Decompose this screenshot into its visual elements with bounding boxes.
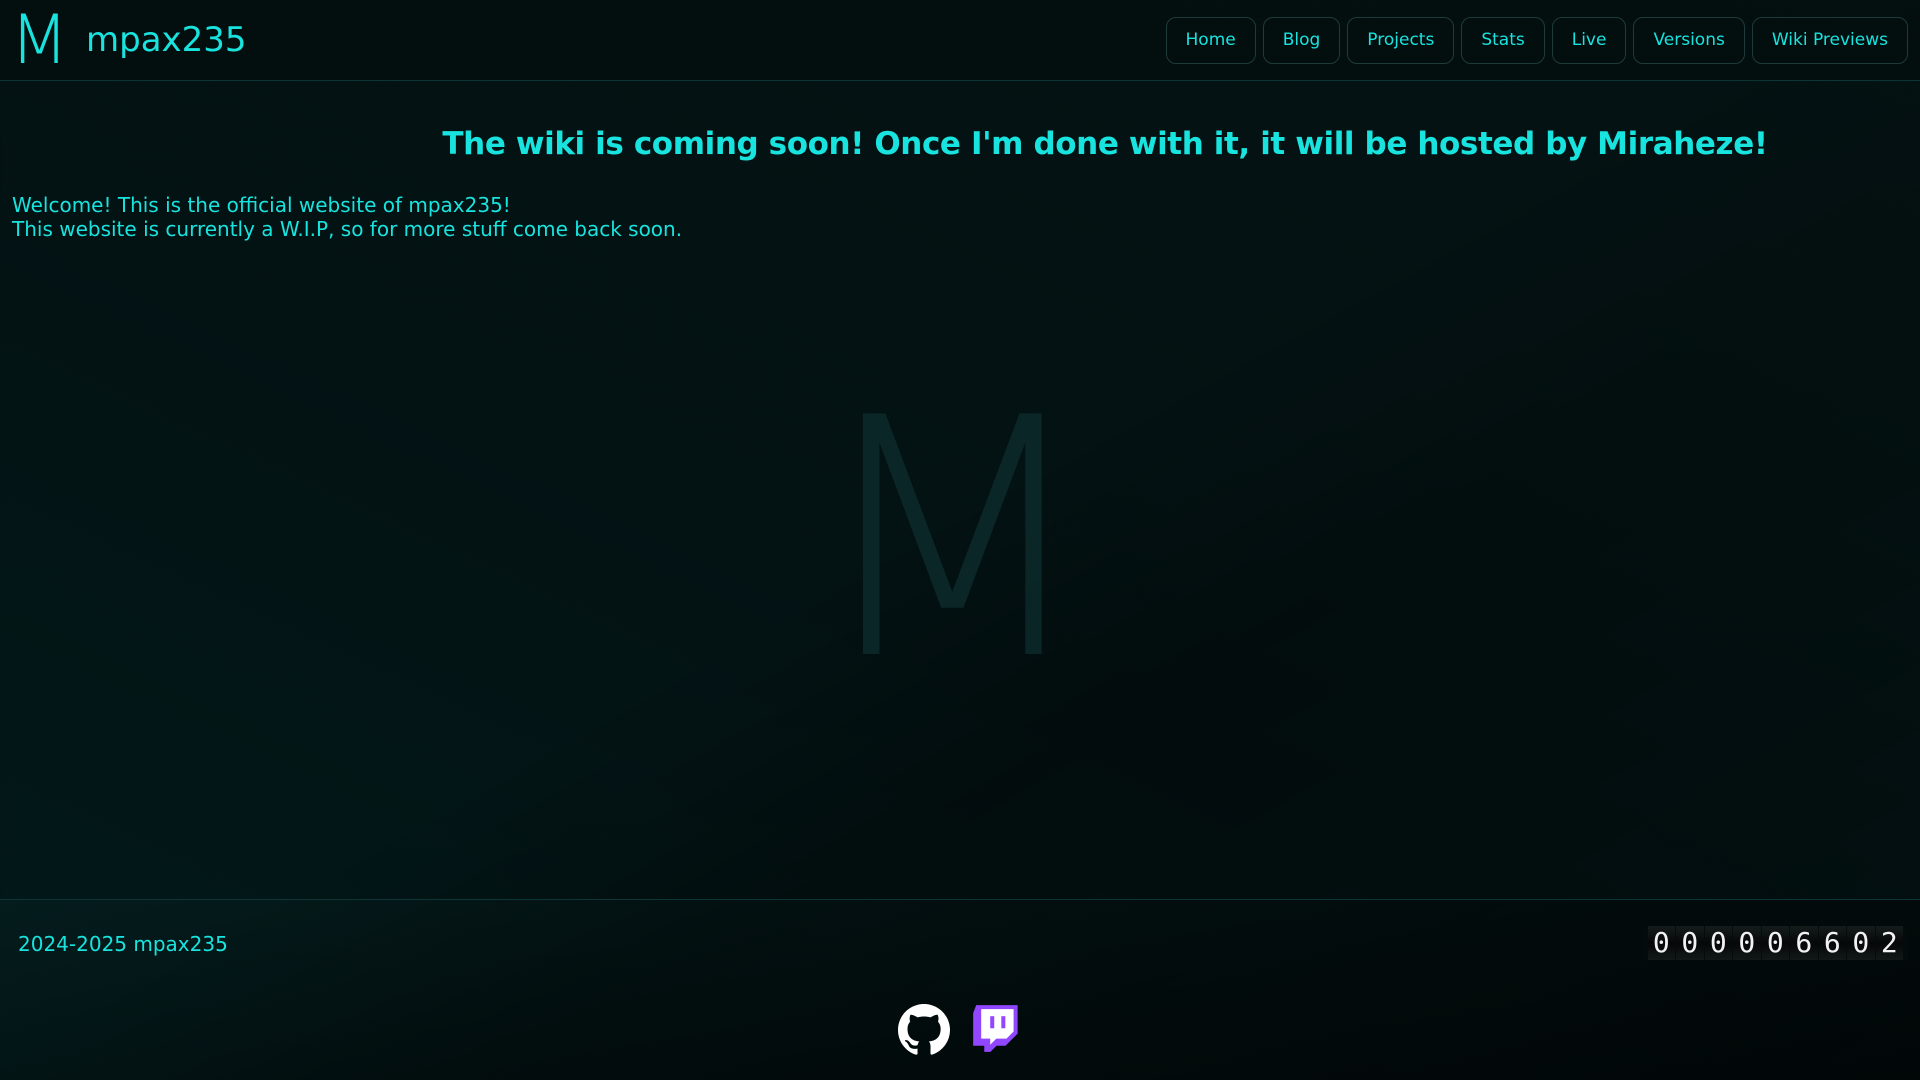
main-nav: Home Blog Projects Stats Live Versions W…: [1165, 17, 1908, 64]
nav-stats-button[interactable]: Stats: [1461, 17, 1545, 64]
intro-line-wip: This website is currently a W.I.P, so fo…: [12, 217, 683, 241]
github-icon: [898, 1004, 950, 1055]
twitch-icon: [973, 1005, 1018, 1052]
nav-projects-button[interactable]: Projects: [1347, 17, 1455, 64]
counter-digit: 2: [1875, 926, 1903, 960]
nav-wiki-previews-button[interactable]: Wiki Previews: [1751, 17, 1908, 64]
nav-home-button[interactable]: Home: [1165, 17, 1256, 64]
copyright-text: 2024-2025 mpax235: [18, 932, 228, 956]
nav-versions-button[interactable]: Versions: [1633, 17, 1745, 64]
counter-digit: 0: [1847, 926, 1875, 960]
social-links: [898, 1004, 1018, 1060]
nav-blog-button[interactable]: Blog: [1262, 17, 1341, 64]
intro-line-welcome: Welcome! This is the official website of…: [12, 193, 511, 217]
site-footer: 2024-2025 mpax235 0 0 0 0 0 6 6 0 2: [0, 899, 1920, 1080]
background-logo-watermark: M: [810, 348, 1095, 732]
twitch-link[interactable]: [972, 1005, 1018, 1059]
github-link[interactable]: [898, 1004, 950, 1060]
counter-digit: 0: [1704, 926, 1732, 960]
wiki-announcement-banner: The wiki is coming soon! Once I'm done w…: [442, 126, 1768, 162]
site-name[interactable]: mpax235: [86, 20, 247, 60]
counter-digit: 0: [1676, 926, 1704, 960]
counter-digit: 6: [1790, 926, 1818, 960]
counter-digit: 0: [1733, 926, 1761, 960]
site-header: M mpax235 Home Blog Projects Stats Live …: [0, 0, 1920, 81]
counter-digit: 6: [1818, 926, 1846, 960]
nav-live-button[interactable]: Live: [1551, 17, 1627, 64]
counter-digit: 0: [1761, 926, 1789, 960]
site-logo[interactable]: M: [10, 2, 69, 80]
visit-counter: 0 0 0 0 0 6 6 0 2: [1643, 926, 1908, 960]
intro-text: Welcome! This is the official website of…: [12, 193, 682, 241]
counter-digit: 0: [1647, 926, 1675, 960]
